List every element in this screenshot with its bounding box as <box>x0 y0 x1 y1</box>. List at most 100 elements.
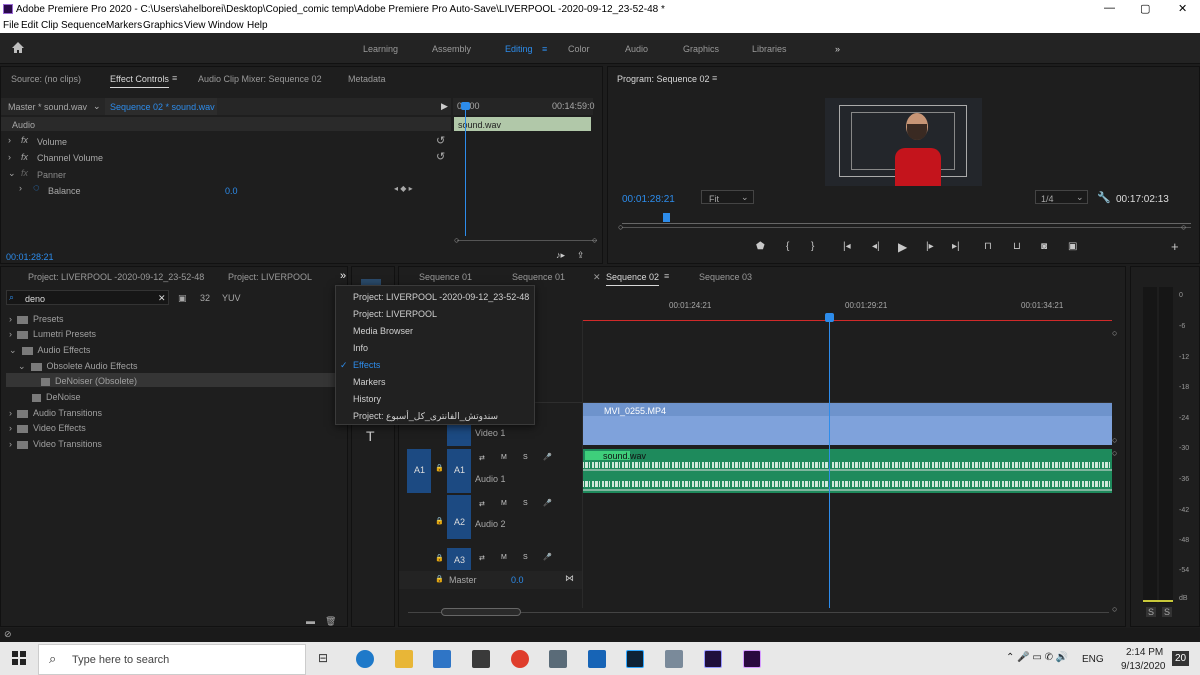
sync-lock-icon[interactable]: ⇄ <box>479 554 485 562</box>
microphone-icon[interactable]: 🎤 <box>543 453 552 461</box>
tree-item-denoise[interactable]: DeNoise <box>32 392 81 402</box>
clock-date[interactable]: 9/13/2020 <box>1121 661 1166 672</box>
clock-time[interactable]: 2:14 PM <box>1126 647 1163 658</box>
master-track-value[interactable]: 0.0 <box>511 575 524 585</box>
audio-only-icon[interactable]: ♪▸ <box>556 250 565 261</box>
lock-icon[interactable]: 🔒 <box>435 554 444 562</box>
panel-menu-icon[interactable]: ≡ <box>664 271 669 281</box>
new-bin-icon[interactable]: ▬ <box>306 616 315 626</box>
audio-clip[interactable] <box>582 449 1112 493</box>
tab-sequence-01-b[interactable]: Sequence 01 <box>512 272 565 282</box>
notification-badge[interactable]: 20 <box>1172 651 1190 666</box>
more-workspaces-icon[interactable]: » <box>835 44 840 54</box>
menu-item-effects[interactable]: Effects <box>353 360 380 370</box>
fx-icon[interactable]: fx <box>21 168 28 178</box>
tree-item-presets[interactable]: › Presets <box>9 314 64 324</box>
accelerated-effects-icon[interactable]: ▣ <box>178 293 187 304</box>
expand-icon[interactable]: › <box>8 152 11 162</box>
mute-button[interactable]: M <box>501 454 507 461</box>
app-icon[interactable] <box>549 650 567 668</box>
windows-start-icon[interactable] <box>12 651 26 665</box>
tab-sequence-03[interactable]: Sequence 03 <box>699 272 752 282</box>
timeline-playhead[interactable] <box>829 320 830 608</box>
reset-icon[interactable]: ↺ <box>436 150 445 163</box>
panel-menu-icon[interactable]: ≡ <box>712 73 717 83</box>
go-to-in-icon[interactable]: |◂ <box>843 241 851 252</box>
keyframe-nav-icon[interactable]: ◂ ◆ ▸ <box>394 184 413 193</box>
camera-icon[interactable]: ◙ <box>1041 241 1047 252</box>
menu-item-info[interactable]: Info <box>353 343 368 353</box>
extract-icon[interactable]: ⊔ <box>1013 241 1021 252</box>
timeline-zoom-handle[interactable] <box>441 608 521 616</box>
tab-audio-clip-mixer[interactable]: Audio Clip Mixer: Sequence 02 <box>198 74 322 84</box>
tab-sequence-01[interactable]: Sequence 01 <box>419 272 472 282</box>
delete-icon[interactable]: 🗑 <box>325 616 336 627</box>
mini-playhead[interactable] <box>465 105 466 236</box>
close-tab-icon[interactable]: ✕ <box>593 272 601 283</box>
mini-zoom-bar[interactable] <box>457 240 597 241</box>
mail-icon[interactable] <box>472 650 490 668</box>
solo-left-button[interactable]: S <box>1146 607 1157 617</box>
menu-item-media-browser[interactable]: Media Browser <box>353 326 413 336</box>
program-timeline-ruler[interactable] <box>622 216 1191 224</box>
step-back-icon[interactable]: ◂| <box>872 241 880 252</box>
workspace-learning[interactable]: Learning <box>363 44 398 54</box>
comparison-view-icon[interactable]: ▣ <box>1068 241 1077 252</box>
menu-window[interactable]: Window <box>208 20 244 31</box>
work-area-bar[interactable] <box>582 320 1112 321</box>
solo-button[interactable]: S <box>523 554 528 561</box>
wrench-icon[interactable]: 🔧 <box>1097 191 1111 204</box>
zoom-handle-icon[interactable]: ○ <box>1181 222 1186 232</box>
lock-icon[interactable]: 🔒 <box>435 464 444 472</box>
tab-metadata[interactable]: Metadata <box>348 74 386 84</box>
add-marker-icon[interactable]: ⬟ <box>756 241 765 252</box>
tab-project-liverpool[interactable]: Project: LIVERPOOL <box>228 272 312 282</box>
scroll-handle-icon[interactable]: ○ <box>1112 435 1117 445</box>
video-track-target[interactable] <box>447 422 471 446</box>
workspace-editing[interactable]: Editing <box>505 44 533 54</box>
effect-panner[interactable]: Panner <box>37 170 66 180</box>
clear-search-icon[interactable]: ✕ <box>158 293 166 304</box>
panels-overflow-icon[interactable]: » <box>340 270 346 282</box>
language-indicator[interactable]: ENG <box>1082 654 1104 665</box>
system-tray-icons[interactable]: ⌃ 🎤 ▭ ✆ 🔊 <box>1006 652 1068 663</box>
master-clip-label[interactable]: Master * sound.wav <box>8 102 87 112</box>
program-playhead[interactable] <box>663 213 670 222</box>
workspace-assembly[interactable]: Assembly <box>432 44 471 54</box>
menu-item-project-liverpool[interactable]: Project: LIVERPOOL <box>353 309 437 319</box>
expand-master-icon[interactable]: ⋈ <box>565 573 574 584</box>
mini-playhead-handle[interactable] <box>461 102 470 110</box>
scroll-handle-icon[interactable]: ○ <box>1112 328 1117 338</box>
menu-graphics[interactable]: Graphics <box>143 20 183 31</box>
menu-clip[interactable]: Clip <box>41 20 58 31</box>
go-to-out-icon[interactable]: ▸| <box>952 241 960 252</box>
store-icon[interactable] <box>433 650 451 668</box>
menu-item-project-2020[interactable]: Project: LIVERPOOL -2020-09-12_23-52-48 <box>353 292 529 302</box>
menu-markers[interactable]: Markers <box>106 20 142 31</box>
collapse-icon[interactable]: ⌄ <box>8 168 16 179</box>
menu-item-markers[interactable]: Markers <box>353 377 386 387</box>
workspace-color[interactable]: Color <box>568 44 590 54</box>
after-effects-icon[interactable] <box>704 650 722 668</box>
menu-help[interactable]: Help <box>247 20 268 31</box>
zoom-handle-icon[interactable]: ○ <box>454 235 459 245</box>
paint-icon[interactable] <box>665 650 683 668</box>
sync-lock-icon[interactable]: ⇄ <box>479 454 485 462</box>
lock-icon[interactable]: 🔒 <box>435 575 444 583</box>
menu-edit[interactable]: Edit <box>21 20 38 31</box>
solo-button[interactable]: S <box>523 500 528 507</box>
expand-icon[interactable]: › <box>19 183 22 193</box>
workspace-graphics[interactable]: Graphics <box>683 44 719 54</box>
sequence-clip-label[interactable]: Sequence 02 * sound.wav <box>110 102 215 112</box>
tab-project-liverpool-2020[interactable]: Project: LIVERPOOL -2020-09-12_23-52-48 <box>28 272 204 282</box>
taskbar-search-box[interactable]: ⌕ Type here to search <box>38 644 306 675</box>
play-icon[interactable]: ▶ <box>441 101 448 112</box>
edge-icon[interactable] <box>356 650 374 668</box>
add-button-icon[interactable]: + <box>1171 239 1179 254</box>
timeline-playhead-handle[interactable] <box>825 313 834 322</box>
outlook-icon[interactable] <box>588 650 606 668</box>
menu-item-project-arabic[interactable]: Project: سندوتش_الفانترى_كل_أسبوع <box>353 411 498 422</box>
video-preview[interactable] <box>825 98 982 186</box>
workspace-menu-icon[interactable]: ≡ <box>542 44 547 54</box>
solo-button[interactable]: S <box>523 454 528 461</box>
